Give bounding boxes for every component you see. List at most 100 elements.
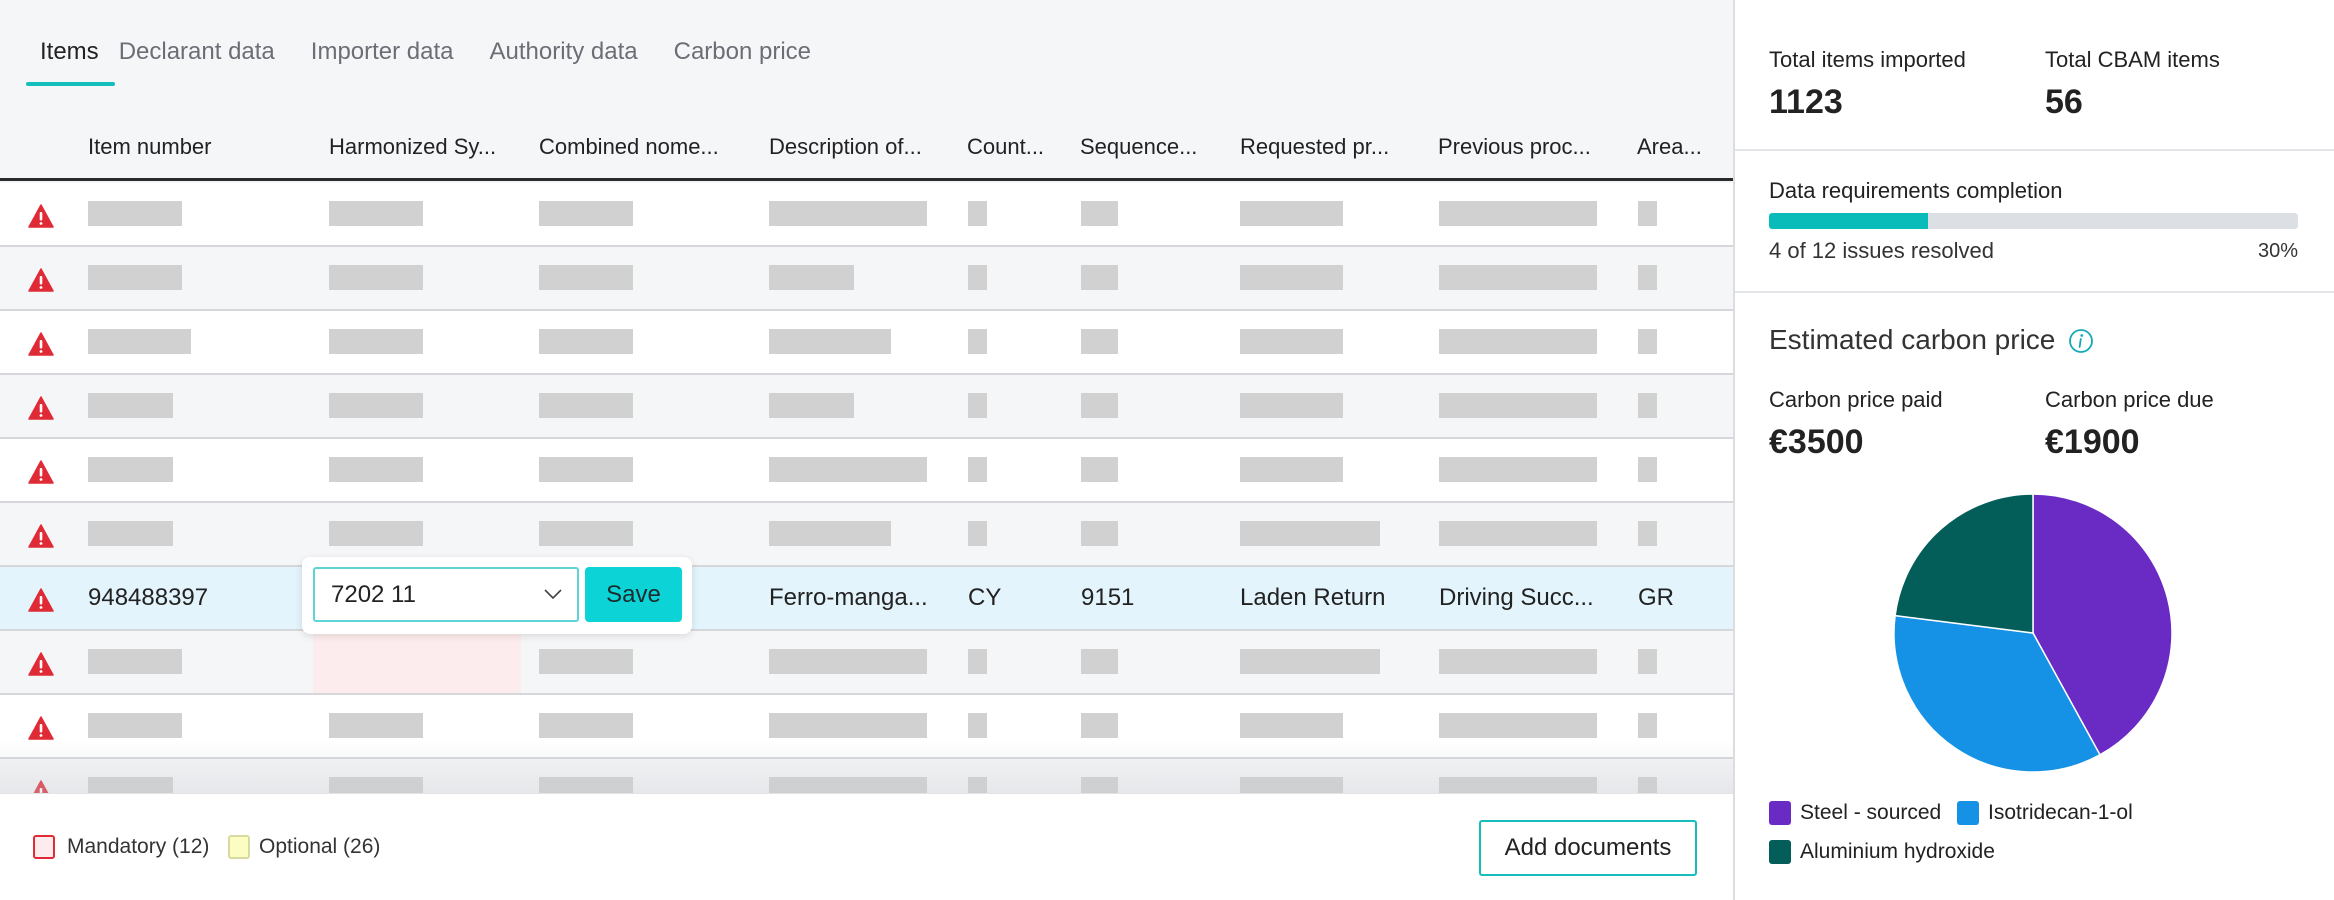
- skeleton-cell: [968, 329, 987, 354]
- skeleton-cell: [88, 201, 182, 226]
- tab-authority-data[interactable]: Authority data: [490, 30, 638, 88]
- skeleton-cell: [539, 329, 633, 354]
- skeleton-cell: [1439, 777, 1597, 793]
- skeleton-cell: [88, 393, 173, 418]
- warning-icon: [33, 780, 49, 793]
- total-items-label: Total items imported: [1769, 47, 1966, 72]
- column-header-requested-procedure[interactable]: Requested pr...: [1240, 134, 1389, 160]
- warning-icon: [28, 460, 54, 484]
- table-row[interactable]: [0, 631, 1733, 695]
- skeleton-cell: [1240, 457, 1343, 482]
- table-row[interactable]: [0, 759, 1733, 793]
- skeleton-cell: [1081, 521, 1118, 546]
- skeleton-cell: [968, 521, 987, 546]
- table-row[interactable]: [0, 247, 1733, 311]
- tab-carbon-price[interactable]: Carbon price: [674, 30, 811, 88]
- completion-issues-text: 4 of 12 issues resolved: [1769, 238, 1995, 263]
- skeleton-cell: [539, 201, 633, 226]
- skeleton-cell: [1081, 329, 1118, 354]
- skeleton-cell: [1081, 777, 1118, 793]
- cell-area[interactable]: GR: [1638, 584, 1674, 612]
- add-documents-button[interactable]: Add documents: [1479, 820, 1697, 876]
- skeleton-cell: [1240, 521, 1380, 546]
- cell-item-number[interactable]: 948488397: [88, 584, 208, 612]
- skeleton-cell: [1638, 777, 1657, 793]
- info-icon[interactable]: [2068, 328, 2094, 354]
- column-header-combined-nomenclature[interactable]: Combined nome...: [539, 134, 719, 160]
- column-header-item-number[interactable]: Item number: [88, 134, 212, 160]
- skeleton-cell: [1638, 329, 1657, 354]
- skeleton-cell: [329, 393, 423, 418]
- column-header-previous-procedure[interactable]: Previous proc...: [1438, 134, 1591, 160]
- cell-previous-procedure[interactable]: Driving Succ...: [1439, 584, 1594, 612]
- skeleton-cell: [1638, 457, 1657, 482]
- skeleton-cell: [1439, 329, 1597, 354]
- skeleton-cell: [1439, 713, 1597, 738]
- skeleton-cell: [88, 649, 182, 674]
- cell-requested-procedure[interactable]: Laden Return: [1240, 584, 1385, 612]
- skeleton-cell: [1638, 649, 1657, 674]
- tab-declarant-data[interactable]: Declarant data: [119, 30, 275, 88]
- table-row[interactable]: [0, 183, 1733, 247]
- skeleton-cell: [1240, 649, 1380, 674]
- table-body: 948488397 Ferro-manga... CY 9151 Laden Retur…: [0, 183, 1733, 793]
- warning-icon: [28, 396, 54, 420]
- table-row[interactable]: [0, 311, 1733, 375]
- column-header-sequence[interactable]: Sequence...: [1080, 134, 1197, 160]
- skeleton-cell: [88, 521, 173, 546]
- skeleton-cell: [329, 777, 423, 793]
- skeleton-cell: [539, 265, 633, 290]
- skeleton-cell: [329, 329, 423, 354]
- table-row[interactable]: [0, 503, 1733, 567]
- skeleton-cell: [329, 265, 423, 290]
- carbon-price-pie-chart: [1893, 493, 2173, 773]
- carbon-price-paid-value: €3500: [1769, 423, 1864, 461]
- pie-legend-swatch: [1769, 801, 1791, 825]
- pie-legend-item-aluminium-hydroxide: Aluminium hydroxide: [1769, 840, 1995, 864]
- pie-legend-item-steel: Steel - sourced: [1769, 801, 1941, 825]
- table-row[interactable]: [0, 695, 1733, 759]
- warning-icon: [28, 524, 54, 548]
- warning-icon: [28, 588, 54, 612]
- tab-importer-data[interactable]: Importer data: [311, 30, 454, 88]
- skeleton-cell: [1638, 265, 1657, 290]
- total-cbam-value: 56: [2045, 83, 2083, 121]
- missing-mandatory-cell[interactable]: [313, 631, 521, 693]
- skeleton-cell: [88, 329, 191, 354]
- skeleton-cell: [1081, 265, 1118, 290]
- skeleton-cell: [1240, 265, 1343, 290]
- column-header-description[interactable]: Description of...: [769, 134, 922, 160]
- pie-slice-aluminium-hydroxide[interactable]: [1894, 493, 2034, 634]
- column-header-area[interactable]: Area...: [1637, 134, 1702, 160]
- skeleton-cell: [539, 649, 633, 674]
- total-cbam-label: Total CBAM items: [2045, 47, 2220, 72]
- section-divider: [1735, 149, 2334, 151]
- column-header-country[interactable]: Count...: [967, 134, 1044, 160]
- skeleton-cell: [1638, 201, 1657, 226]
- skeleton-cell: [1081, 713, 1118, 738]
- skeleton-cell: [968, 649, 987, 674]
- skeleton-cell: [539, 777, 633, 793]
- pie-legend-swatch: [1957, 801, 1979, 825]
- pie-legend-label: Aluminium hydroxide: [1800, 840, 1995, 863]
- skeleton-cell: [769, 457, 927, 482]
- mandatory-legend-swatch: [33, 835, 55, 859]
- optional-legend-swatch: [228, 835, 250, 859]
- cell-sequence[interactable]: 9151: [1081, 584, 1134, 612]
- skeleton-cell: [769, 201, 927, 226]
- cell-description[interactable]: Ferro-manga...: [769, 584, 928, 612]
- pie-legend-label: Isotridecan-1-ol: [1988, 801, 2133, 824]
- table-row[interactable]: 948488397 Ferro-manga... CY 9151 Laden Retur…: [0, 567, 1733, 631]
- skeleton-cell: [769, 329, 891, 354]
- skeleton-cell: [1439, 393, 1597, 418]
- table-row[interactable]: [0, 375, 1733, 439]
- column-header-harmonized-system[interactable]: Harmonized Sy...: [329, 134, 496, 160]
- skeleton-cell: [88, 713, 182, 738]
- tab-items[interactable]: Items: [26, 30, 115, 88]
- table-row[interactable]: [0, 439, 1733, 503]
- hs-code-select[interactable]: 7202 11: [313, 567, 579, 622]
- warning-icon: [28, 268, 54, 292]
- save-button[interactable]: Save: [585, 567, 682, 622]
- skeleton-cell: [329, 457, 423, 482]
- cell-country[interactable]: CY: [968, 584, 1001, 612]
